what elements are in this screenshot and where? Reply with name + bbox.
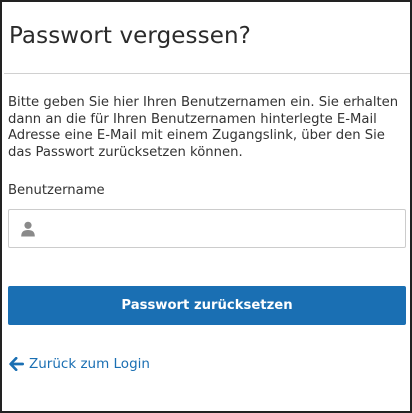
- instructions-text: Bitte geben Sie hier Ihren Benutzernamen…: [8, 95, 399, 160]
- user-icon: [21, 221, 35, 237]
- username-input[interactable]: [45, 210, 403, 247]
- back-link-label: Zurück zum Login: [29, 356, 150, 372]
- page-frame: Passwort vergessen? Bitte geben Sie hier…: [0, 0, 412, 413]
- page-title: Passwort vergessen?: [9, 23, 251, 49]
- back-to-login-link[interactable]: Zurück zum Login: [9, 355, 150, 373]
- username-label: Benutzername: [8, 183, 105, 198]
- username-field[interactable]: [8, 209, 406, 248]
- arrow-left-icon: [9, 357, 24, 371]
- reset-password-button[interactable]: Passwort zurücksetzen: [8, 286, 406, 325]
- page-header: Passwort vergessen?: [4, 4, 410, 74]
